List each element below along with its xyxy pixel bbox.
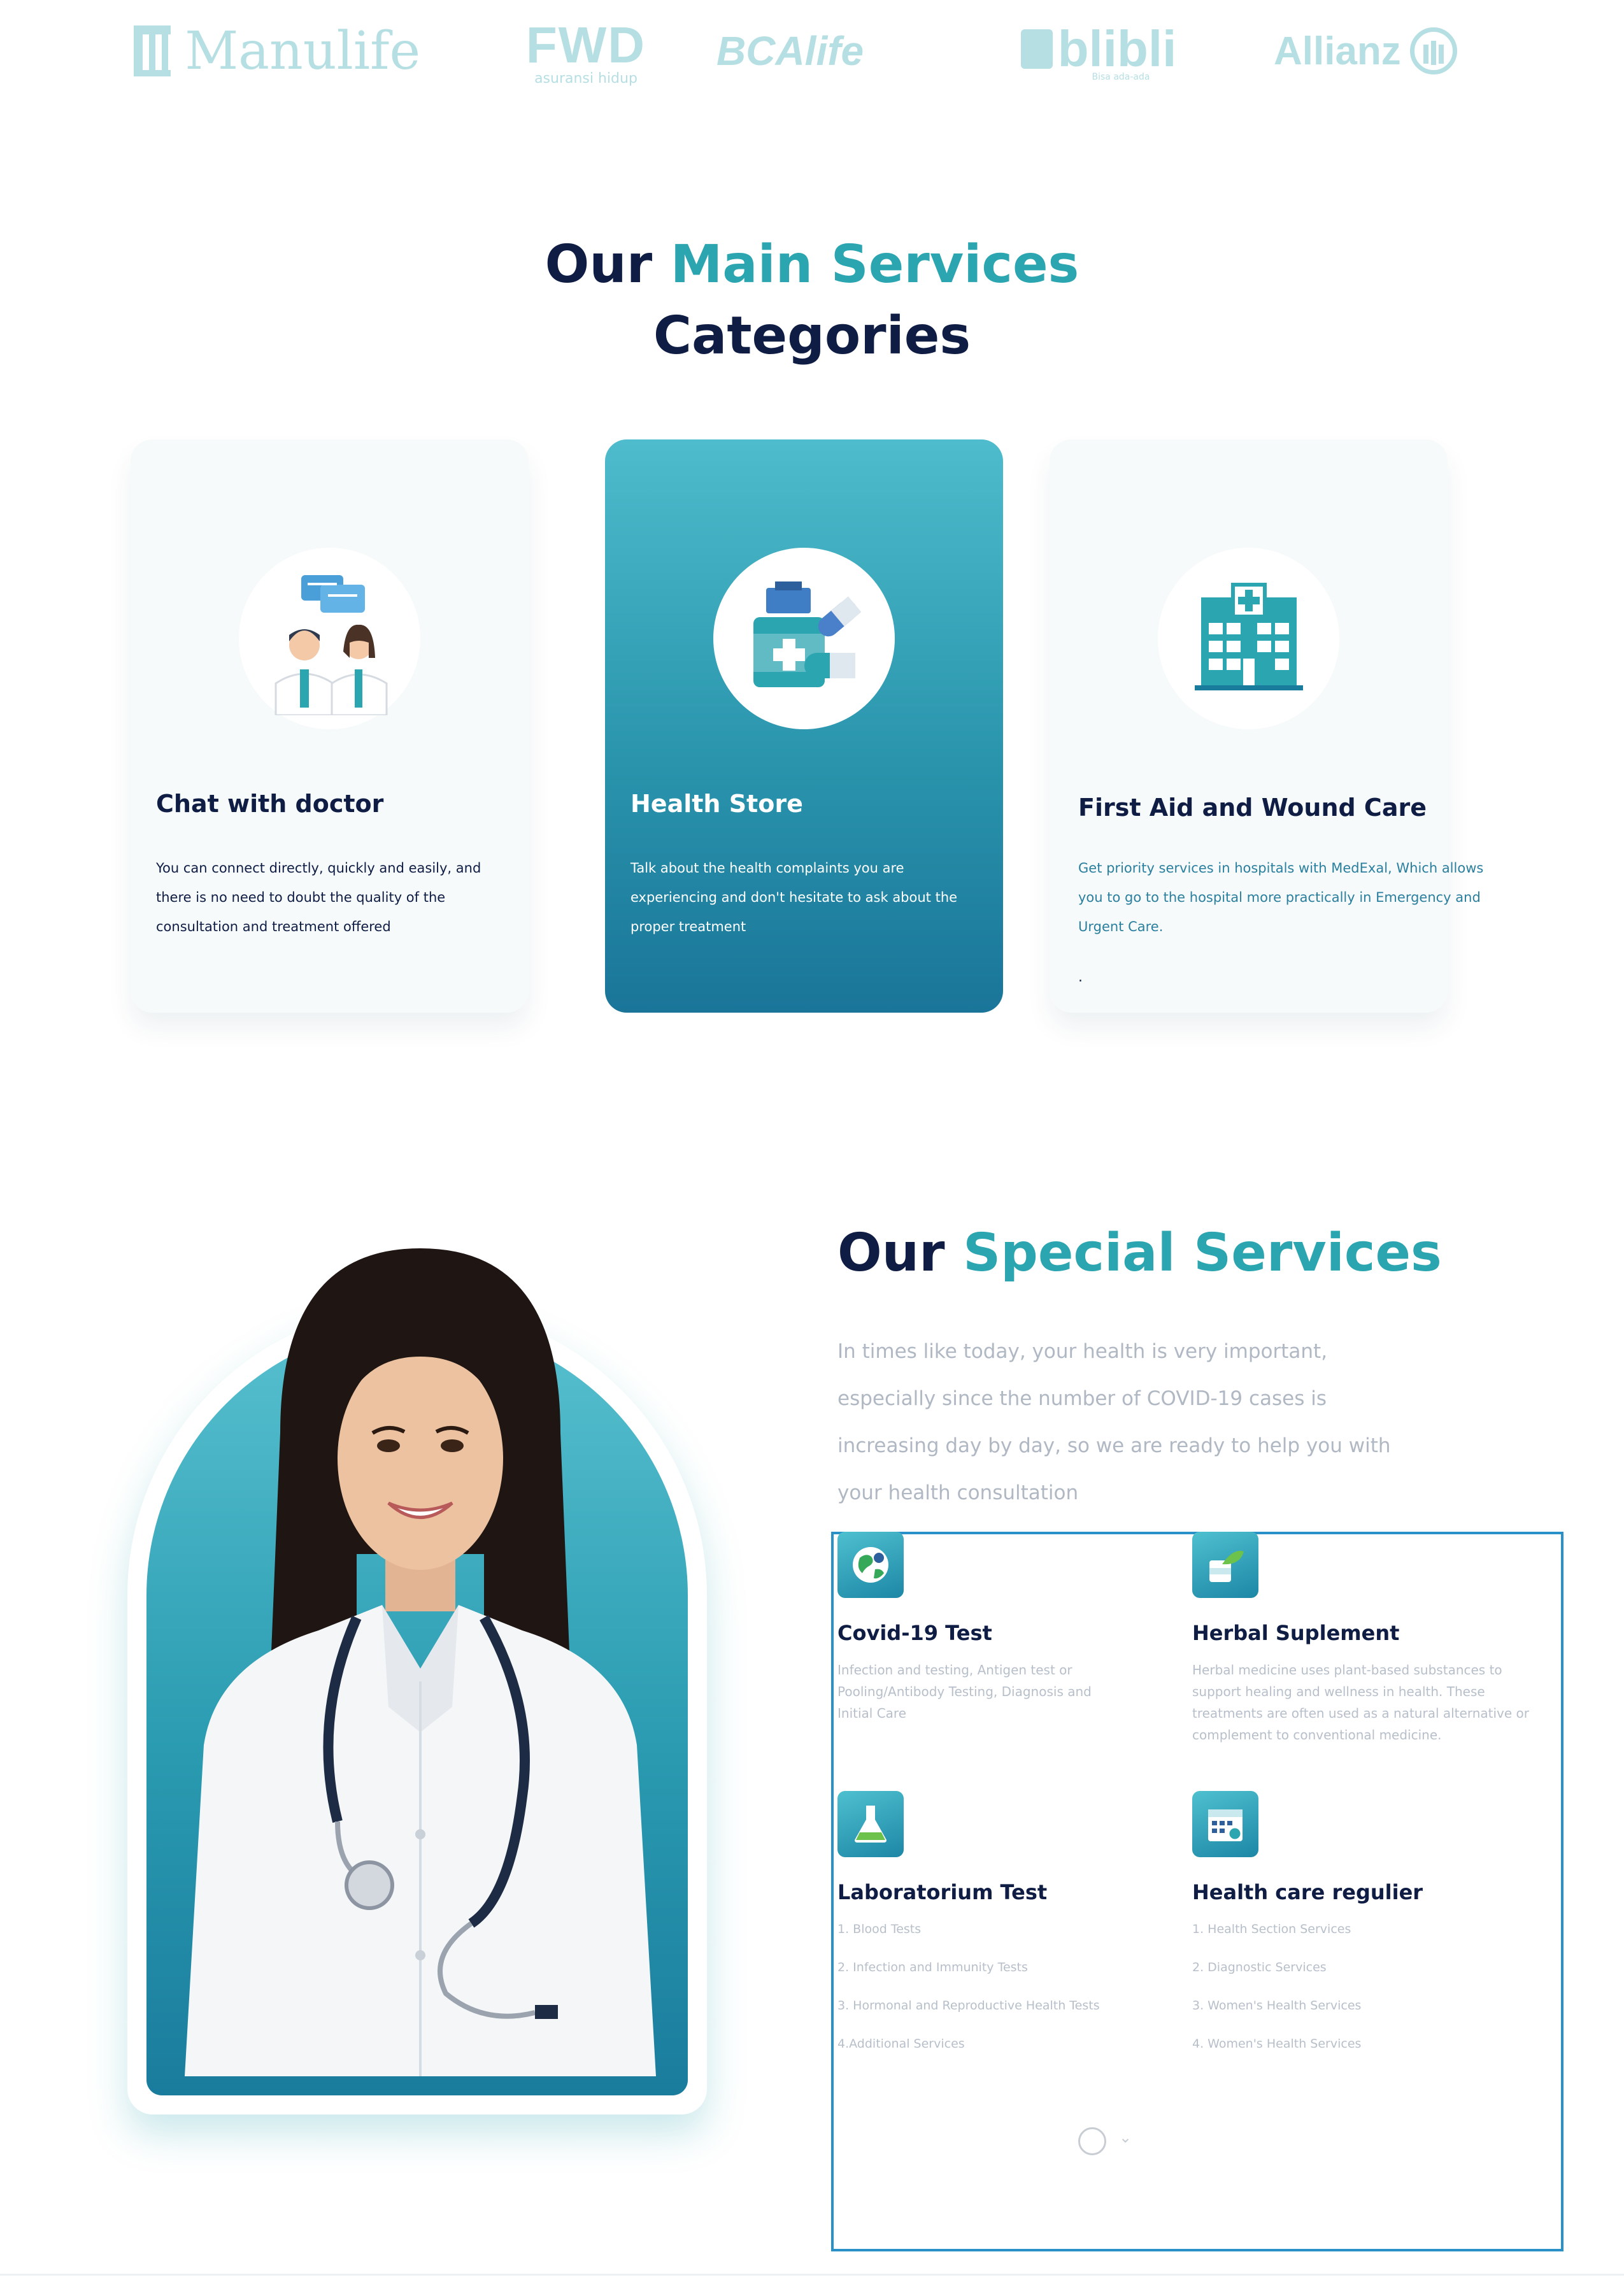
card-text: Talk about the health complaints you are… — [630, 860, 958, 934]
service-title: Herbal Suplement — [1192, 1621, 1400, 1645]
heading-line-2: Categories — [653, 306, 971, 366]
lab-flask-icon — [837, 1791, 904, 1857]
manulife-wordmark: Manulife — [185, 20, 420, 82]
medicine-icon — [713, 548, 895, 729]
allianz-eagle-icon — [1409, 27, 1457, 75]
bca-life-logo: BCAlife — [716, 13, 888, 89]
service-description: Infection and testing, Antigen test or P… — [837, 1662, 1092, 1721]
service-herbal-suplement[interactable]: Herbal Suplement Herbal medicine uses pl… — [1192, 1532, 1529, 1743]
doctor-photo-frame — [127, 1248, 707, 2114]
card-title: Health Store — [630, 790, 803, 818]
chevron-down-icon[interactable]: ⌄ — [1119, 2129, 1132, 2146]
herbal-bottle-icon — [1192, 1532, 1258, 1598]
hospital-icon — [1158, 548, 1339, 729]
service-covid-test[interactable]: Covid-19 Test Infection and testing, Ant… — [837, 1532, 1092, 1721]
heading-word: Our — [545, 234, 653, 295]
list-item: 4. Women's Health Services — [1192, 2037, 1362, 2051]
service-health-care-regulier[interactable]: Health care regulier 1. Health Section S… — [1192, 1791, 1423, 2051]
list-item: 3. Hormonal and Reproductive Health Test… — [837, 1999, 1100, 2013]
heading-word: Our — [837, 1223, 945, 1283]
blibli-logo: blibli Bisa ada-ada — [1020, 13, 1176, 89]
service-list: 1. Blood Tests 2. Infection and Immunity… — [837, 1918, 1100, 2071]
main-services-heading: Our Main Services Categories — [0, 229, 1624, 372]
service-title: Health care regulier — [1192, 1880, 1423, 1904]
doctor-chat-icon — [239, 548, 420, 729]
service-title: Covid-19 Test — [837, 1621, 992, 1645]
bca-life-wordmark: BCAlife — [716, 28, 864, 74]
list-item: 1. Health Section Services — [1192, 1922, 1351, 1936]
fwd-wordmark: FWD — [525, 16, 646, 73]
card-title: First Aid and Wound Care — [1078, 794, 1427, 822]
list-item: 2. Diagnostic Services — [1192, 1960, 1327, 1974]
card-text: You can connect directly, quickly and ea… — [156, 860, 481, 934]
card-text: Get priority services in hospitals with … — [1078, 860, 1484, 934]
manulife-mark-icon — [134, 25, 175, 76]
card-title: Chat with doctor — [156, 790, 384, 818]
blibli-wordmark: blibli — [1057, 20, 1177, 77]
service-laboratorium-test[interactable]: Laboratorium Test 1. Blood Tests 2. Infe… — [837, 1791, 1100, 2051]
loading-spinner-icon — [1078, 2127, 1106, 2155]
service-title: Laboratorium Test — [837, 1880, 1048, 1904]
service-card-health-store[interactable]: Health Store Talk about the health compl… — [605, 439, 1003, 1013]
manulife-logo: Manulife — [134, 13, 420, 89]
service-list: 1. Health Section Services 2. Diagnostic… — [1192, 1918, 1361, 2071]
list-item: 3. Women's Health Services — [1192, 1999, 1362, 2013]
fwd-logo: FWD asuransi hidup — [522, 13, 650, 89]
allianz-wordmark: Allianz — [1274, 29, 1401, 73]
blibli-tagline: Bisa ada-ada — [1092, 72, 1150, 82]
page-divider — [0, 2274, 1624, 2276]
special-services-heading: Our Special Services — [837, 1223, 1442, 1283]
card-extra-text: . — [1078, 969, 1083, 985]
calendar-icon — [1192, 1791, 1258, 1857]
shopping-bag-icon — [1020, 29, 1053, 69]
service-card-first-aid[interactable]: First Aid and Wound Care Get priority se… — [1050, 439, 1483, 1013]
list-item: 1. Blood Tests — [837, 1922, 922, 1936]
fwd-tagline: asuransi hidup — [534, 70, 637, 87]
service-card-chat-with-doctor[interactable]: Chat with doctor You can connect directl… — [131, 439, 529, 1013]
globe-virus-icon — [837, 1532, 904, 1598]
service-description: Herbal medicine uses plant-based substan… — [1192, 1662, 1529, 1743]
heading-accent: Main Services — [670, 234, 1079, 295]
list-item: 2. Infection and Immunity Tests — [837, 1960, 1028, 1974]
heading-accent: Special Services — [963, 1223, 1442, 1283]
list-item: 4.Additional Services — [837, 2037, 965, 2051]
doctor-photo — [185, 1248, 656, 2076]
allianz-logo: Allianz — [1274, 13, 1484, 89]
special-services-description: In times like today, your health is very… — [837, 1340, 1391, 1504]
